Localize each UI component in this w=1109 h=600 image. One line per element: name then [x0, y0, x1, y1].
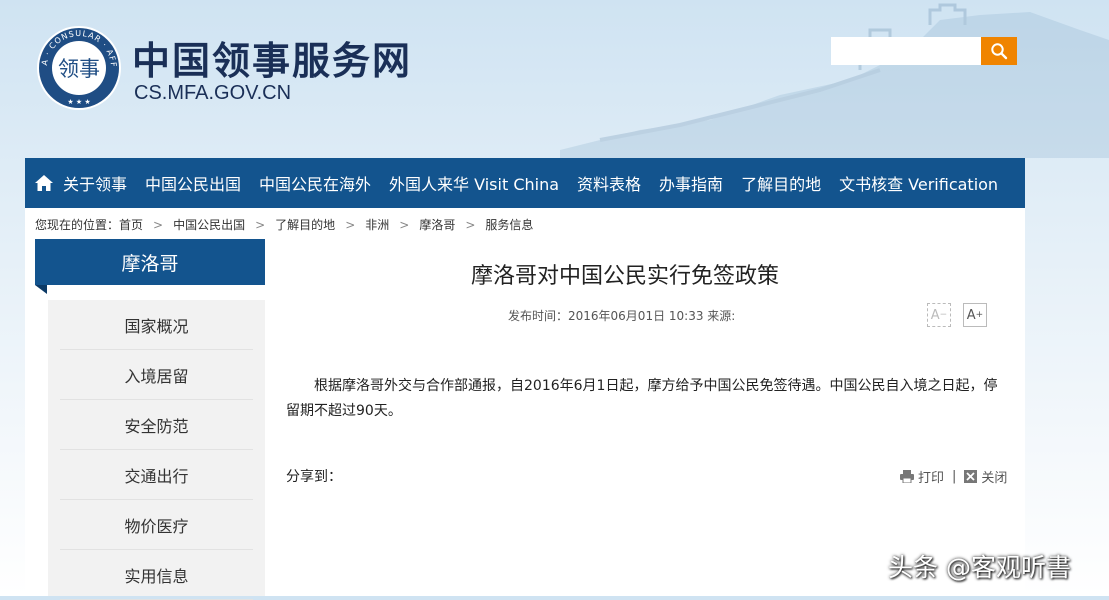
nav-item-verification[interactable]: 文书核查 Verification: [839, 171, 998, 195]
main-nav: 关于领事 中国公民出国 中国公民在海外 外国人来华 Visit China 资料…: [25, 158, 1025, 208]
breadcrumb-home[interactable]: 首页: [119, 218, 143, 232]
search-box: [831, 37, 1017, 65]
nav-item-destinations[interactable]: 了解目的地: [741, 171, 821, 195]
search-input[interactable]: [831, 37, 981, 65]
nav-item-citizens-overseas[interactable]: 中国公民在海外: [259, 171, 371, 195]
sidebar-item-practical-info[interactable]: 实用信息: [48, 550, 265, 600]
search-icon: [991, 43, 1008, 60]
sidebar-item-country-overview[interactable]: 国家概况: [48, 300, 265, 350]
content-panel: 您现在的位置：首页 > 中国公民出国 > 了解目的地 > 非洲 > 摩洛哥 > 服务信息 摩洛哥 国…: [25, 208, 1025, 600]
sidebar-item-entry-residence[interactable]: 入境居留: [48, 350, 265, 400]
close-label: 关闭: [981, 471, 1008, 486]
breadcrumb-morocco[interactable]: 摩洛哥: [419, 218, 455, 232]
search-button[interactable]: [981, 37, 1017, 65]
site-title[interactable]: 中国领事服务网: [132, 30, 412, 85]
close-button[interactable]: 关闭: [964, 467, 1007, 486]
site-header: 领事 CHINA · CONSULAR · AFFAIRS ★ ★ ★ 中国领事…: [0, 0, 1109, 158]
breadcrumb-service-info[interactable]: 服务信息: [485, 218, 533, 232]
sidebar-title-fold: [35, 285, 47, 294]
logo-glyph: 领事: [58, 57, 100, 81]
article-title: 摩洛哥对中国公民实行免签政策: [470, 264, 779, 289]
sidebar-menu: 国家概况 入境居留 安全防范 交通出行 物价医疗 实用信息: [48, 300, 265, 600]
close-icon: [964, 470, 978, 483]
nav-item-visit-china[interactable]: 外国人来华 Visit China: [389, 171, 559, 195]
svg-text:★ ★ ★: ★ ★ ★: [67, 98, 90, 106]
article-meta: 发布时间：2016年06月01日 10:33 来源:: [508, 309, 736, 323]
home-icon: [35, 175, 53, 191]
article-tools: 打印 | 关闭: [900, 467, 1007, 486]
sidebar-item-safety[interactable]: 安全防范: [48, 400, 265, 450]
site-url: CS.MFA.GOV.CN: [134, 82, 292, 104]
nav-item-about-consular[interactable]: 关于领事: [63, 171, 127, 195]
breadcrumb-destinations[interactable]: 了解目的地: [275, 218, 335, 232]
print-button[interactable]: 打印: [900, 467, 944, 486]
sidebar-item-prices-medical[interactable]: 物价医疗: [48, 500, 265, 550]
share-label: 分享到：: [286, 469, 342, 485]
print-label: 打印: [918, 471, 945, 486]
breadcrumb-africa[interactable]: 非洲: [365, 218, 389, 232]
tools-divider: |: [952, 469, 957, 484]
nav-item-guide[interactable]: 办事指南: [659, 171, 723, 195]
watermark: 头条 @客观听書: [888, 553, 1071, 582]
nav-item-forms[interactable]: 资料表格: [577, 171, 641, 195]
nav-item-citizens-abroad[interactable]: 中国公民出国: [145, 171, 241, 195]
article-body: 根据摩洛哥外交与合作部通报，自2016年6月1日起，摩方给予中国公民免签待遇。中…: [286, 378, 998, 419]
font-increase-button[interactable]: A +: [963, 303, 987, 327]
breadcrumb-prefix: 您现在的位置：: [35, 218, 120, 232]
consular-logo[interactable]: 领事 CHINA · CONSULAR · AFFAIRS ★ ★ ★: [36, 25, 122, 111]
breadcrumb-citizens-abroad[interactable]: 中国公民出国: [173, 218, 245, 232]
breadcrumb: 您现在的位置：首页 > 中国公民出国 > 了解目的地 > 非洲 > 摩洛哥 > 服务信息: [35, 218, 534, 232]
nav-home[interactable]: [25, 158, 63, 208]
great-wall-background: [560, 3, 1109, 158]
sidebar-item-transport[interactable]: 交通出行: [48, 450, 265, 500]
sidebar-title: 摩洛哥: [35, 239, 265, 285]
printer-icon: [900, 470, 914, 483]
font-decrease-button[interactable]: A −: [927, 303, 951, 327]
